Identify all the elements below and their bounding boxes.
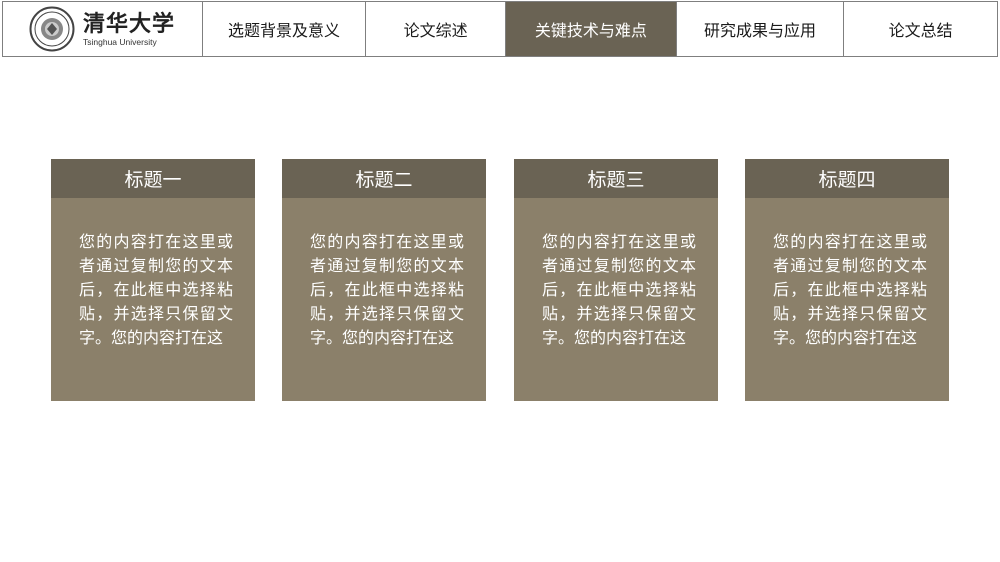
content-card-4: 标题四 您的内容打在这里或者通过复制您的文本后，在此框中选择粘贴，并选择只保留文… <box>745 159 949 401</box>
top-navigation-bar: 清华大学 Tsinghua University 选题背景及意义 论文综述 关键… <box>2 1 998 57</box>
card-body-text[interactable]: 您的内容打在这里或者通过复制您的文本后，在此框中选择粘贴，并选择只保留文字。您的… <box>745 198 949 401</box>
content-card-2: 标题二 您的内容打在这里或者通过复制您的文本后，在此框中选择粘贴，并选择只保留文… <box>282 159 486 401</box>
university-logo[interactable]: 清华大学 Tsinghua University <box>3 2 203 56</box>
logo-english-name: Tsinghua University <box>83 36 157 47</box>
university-seal-icon <box>29 6 75 52</box>
card-title: 标题四 <box>745 159 949 198</box>
tab-literature-review[interactable]: 论文综述 <box>366 2 507 56</box>
tab-research-results[interactable]: 研究成果与应用 <box>677 2 845 56</box>
card-body-text[interactable]: 您的内容打在这里或者通过复制您的文本后，在此框中选择粘贴，并选择只保留文字。您的… <box>282 198 486 401</box>
logo-chinese-name: 清华大学 <box>83 10 176 37</box>
card-title: 标题三 <box>514 159 718 198</box>
tab-key-techniques[interactable]: 关键技术与难点 <box>506 2 677 56</box>
tab-thesis-summary[interactable]: 论文总结 <box>844 2 997 56</box>
content-card-3: 标题三 您的内容打在这里或者通过复制您的文本后，在此框中选择粘贴，并选择只保留文… <box>514 159 718 401</box>
card-body-text[interactable]: 您的内容打在这里或者通过复制您的文本后，在此框中选择粘贴，并选择只保留文字。您的… <box>51 198 255 401</box>
tab-background-significance[interactable]: 选题背景及意义 <box>203 2 367 56</box>
content-card-1: 标题一 您的内容打在这里或者通过复制您的文本后，在此框中选择粘贴，并选择只保留文… <box>51 159 255 401</box>
card-body-text[interactable]: 您的内容打在这里或者通过复制您的文本后，在此框中选择粘贴，并选择只保留文字。您的… <box>514 198 718 401</box>
card-title: 标题一 <box>51 159 255 198</box>
card-title: 标题二 <box>282 159 486 198</box>
